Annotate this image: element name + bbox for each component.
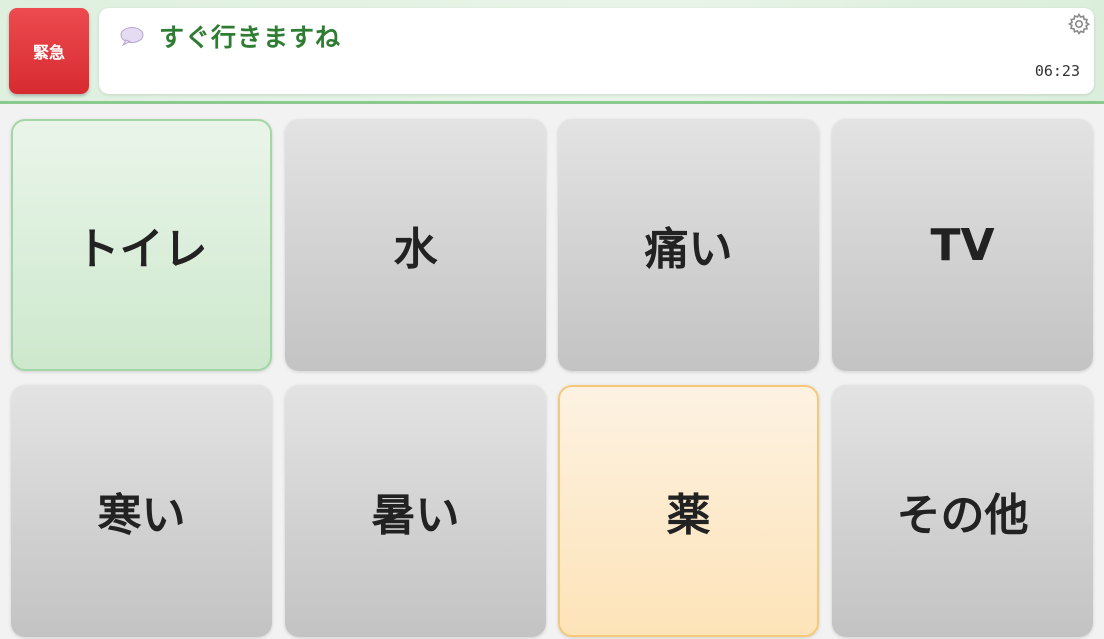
tile-tv[interactable]: TV [832,119,1093,371]
tile-pain[interactable]: 痛い [558,119,819,371]
tile-other[interactable]: その他 [832,385,1093,637]
message-panel: すぐ行きますね 06:23 [99,8,1094,94]
phrase-grid: トイレ 水 痛い TV 寒い 暑い 薬 その他 [11,119,1094,639]
tile-cold[interactable]: 寒い [11,385,272,637]
speech-bubble-icon [120,27,144,46]
tile-hot[interactable]: 暑い [285,385,546,637]
tile-water[interactable]: 水 [285,119,546,371]
message-text: すぐ行きますね [159,23,342,52]
tile-toilet[interactable]: トイレ [11,119,272,371]
header-bar: 緊急 すぐ行きますね 06:23 [0,0,1104,104]
gear-icon[interactable] [1067,12,1091,36]
tile-medicine[interactable]: 薬 [558,385,819,637]
emergency-button[interactable]: 緊急 [9,8,89,94]
clock-time: 06:23 [1034,62,1080,80]
